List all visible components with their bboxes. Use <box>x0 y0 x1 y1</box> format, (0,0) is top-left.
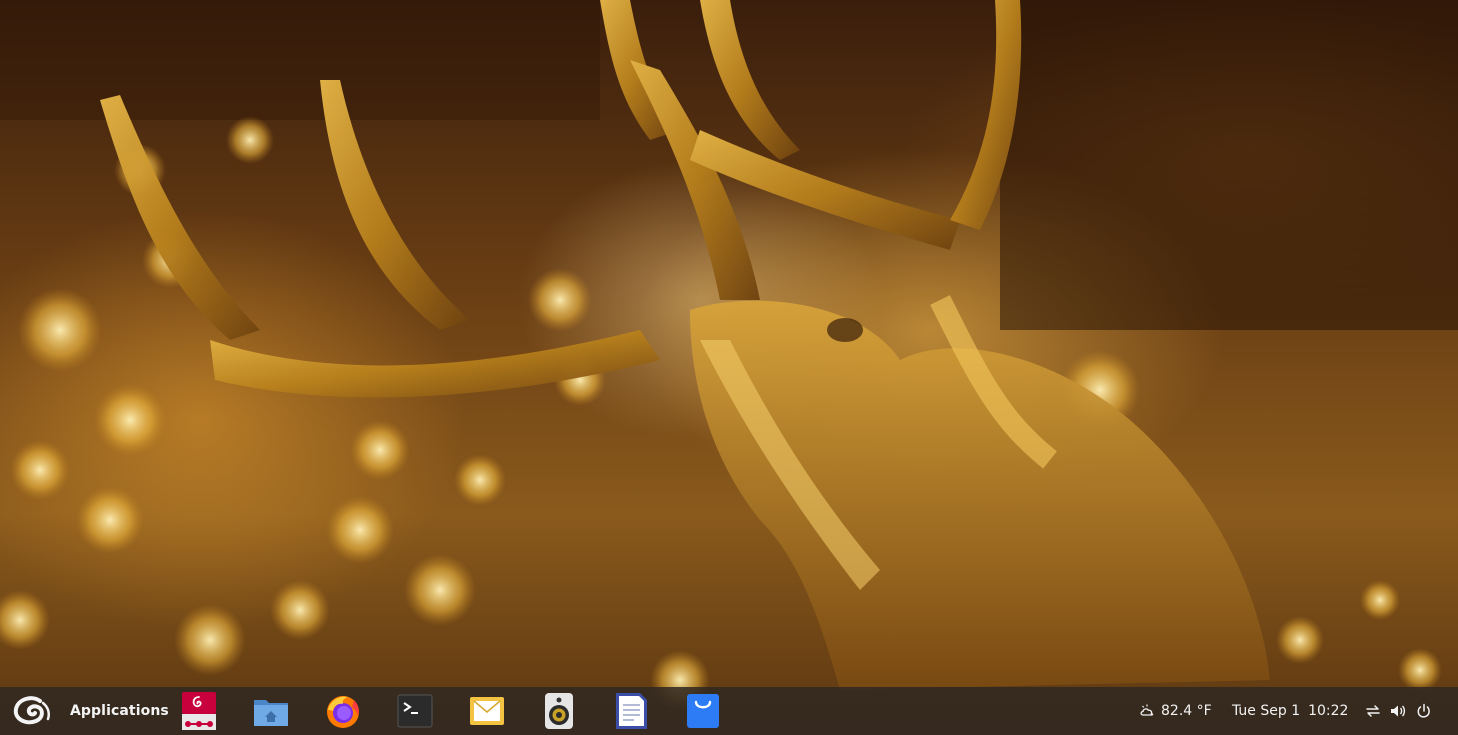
document-icon <box>616 693 647 729</box>
terminal-launcher[interactable] <box>396 692 434 730</box>
weather-temperature: 82.4 °F <box>1161 703 1212 719</box>
home-folder-icon <box>254 700 288 726</box>
debian-installer-icon <box>182 692 216 730</box>
volume-icon <box>1391 705 1406 717</box>
menu-swirl-logo-icon[interactable] <box>10 695 54 727</box>
clock-time: 10:22 <box>1308 703 1349 719</box>
taskbar-panel: Applications 82.4 °F Tue Sep 1 10:22 <box>0 687 1458 735</box>
software-store-launcher[interactable] <box>684 692 722 730</box>
firefox-launcher[interactable] <box>324 692 362 730</box>
text-editor-launcher[interactable] <box>612 692 650 730</box>
mail-launcher[interactable] <box>468 692 506 730</box>
network-indicator[interactable] <box>1364 702 1382 720</box>
power-icon <box>1417 703 1430 718</box>
mail-icon <box>470 697 504 725</box>
volume-indicator[interactable] <box>1389 702 1407 720</box>
cloud-icon <box>1140 704 1154 716</box>
clock-date: Tue Sep 1 <box>1232 703 1301 719</box>
files-launcher[interactable] <box>252 692 290 730</box>
debian-installer-launcher[interactable] <box>180 692 218 730</box>
terminal-icon <box>397 694 433 728</box>
power-menu-button[interactable] <box>1415 702 1433 720</box>
firefox-icon <box>327 696 359 728</box>
desktop-wallpaper <box>0 0 1458 735</box>
speaker-icon <box>545 693 573 729</box>
shopping-bag-icon <box>687 694 719 728</box>
clock-datetime[interactable]: Tue Sep 1 10:22 <box>1232 703 1348 719</box>
applications-menu-button[interactable]: Applications <box>70 703 169 719</box>
reindeer-head-shape <box>690 295 1270 690</box>
music-player-launcher[interactable] <box>540 692 578 730</box>
network-arrows-icon <box>1366 705 1380 717</box>
wallpaper-golden-reindeer-art <box>0 0 1458 710</box>
